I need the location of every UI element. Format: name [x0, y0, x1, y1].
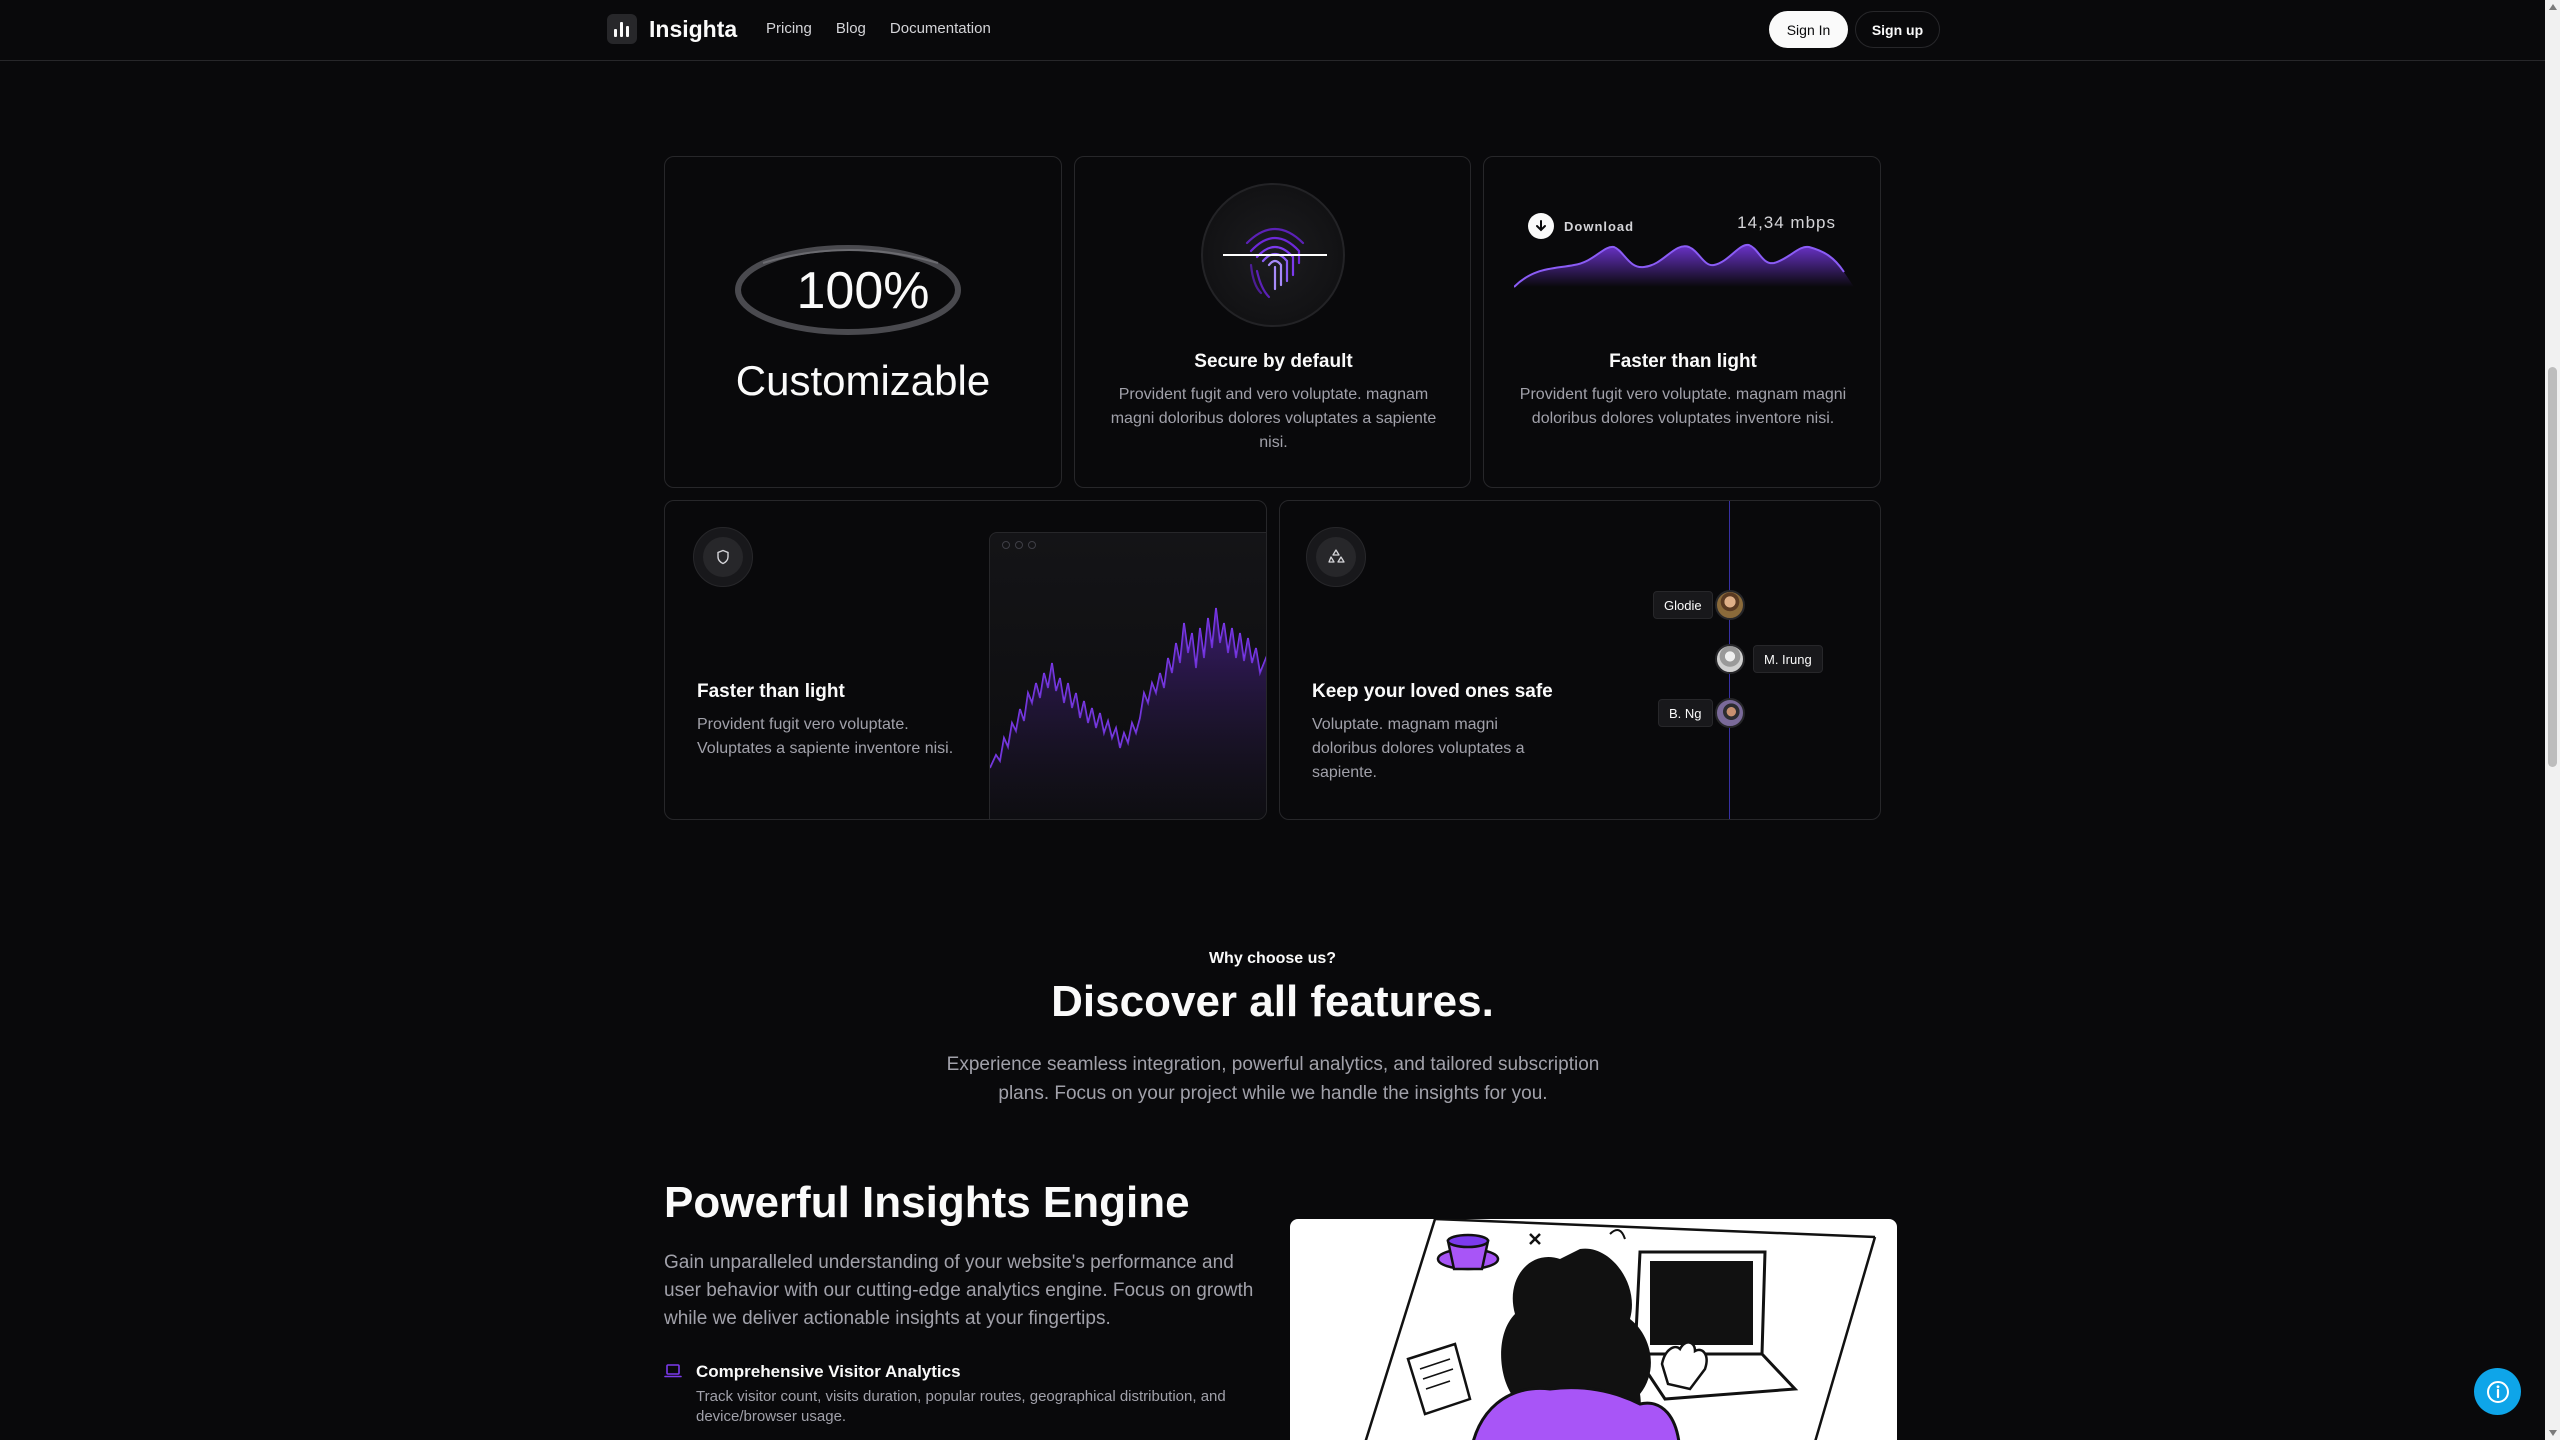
person-tag-b-ng: B. Ng: [1658, 699, 1713, 727]
percent-value: 100%: [796, 262, 930, 320]
shield-icon: [703, 537, 743, 577]
section-intro: Experience seamless integration, powerfu…: [946, 1054, 1600, 1104]
help-info-button[interactable]: [2474, 1368, 2521, 1415]
shield-icon-badge: [693, 527, 753, 587]
card-chart: Faster than light Provident fugit vero v…: [664, 500, 1267, 820]
download-indicator: Download: [1528, 213, 1634, 239]
logo-bars-icon: [607, 14, 637, 44]
safe-title: Keep your loved ones safe: [1312, 681, 1553, 702]
brand-logo-link[interactable]: Insighta: [607, 14, 737, 44]
sign-up-button[interactable]: Sign up: [1855, 11, 1940, 48]
top-navbar: Insighta Pricing Blog Documentation Sign…: [0, 0, 2545, 61]
engine-desc: Gain unparalleled understanding of your …: [664, 1252, 1254, 1329]
person-tag-m-irung: M. Irung: [1753, 645, 1823, 673]
brand-name: Insighta: [649, 15, 738, 42]
feature-item-title: Comprehensive Visitor Analytics: [696, 1362, 961, 1381]
scroll-down-arrow-icon[interactable]: [2549, 1430, 2557, 1436]
avatar-m-irung: [1715, 644, 1745, 674]
activity-line-graphic: [990, 607, 1266, 819]
mini-chart-window: [989, 532, 1266, 819]
chart-card-desc: Provident fugit vero voluptate. Voluptat…: [697, 716, 954, 757]
chart-card-title: Faster than light: [697, 681, 845, 702]
nav-link-blog[interactable]: Blog: [836, 20, 866, 37]
nav-link-documentation[interactable]: Documentation: [890, 20, 991, 37]
speed-wave-graphic: [1514, 243, 1854, 288]
engine-title: Powerful Insights Engine: [664, 1178, 1190, 1227]
download-arrow-icon: [1528, 213, 1554, 239]
download-label: Download: [1564, 218, 1635, 234]
nav-link-pricing[interactable]: Pricing: [766, 20, 812, 37]
person-tag-glodie: Glodie: [1653, 591, 1713, 619]
laptop-icon: [664, 1364, 682, 1378]
avatar-b-ng: [1715, 698, 1745, 728]
secure-title: Secure by default: [1194, 351, 1353, 372]
safe-desc: Voluptate. magnam magni doloribus dolore…: [1312, 716, 1525, 781]
recycle-icon-badge: [1306, 527, 1366, 587]
scroll-up-arrow-icon[interactable]: [2549, 4, 2557, 10]
secure-desc: Provident fugit and vero voluptate. magn…: [1110, 386, 1437, 451]
analytics-illustration: [1290, 1219, 1897, 1440]
section-eyebrow: Why choose us?: [1208, 950, 1337, 967]
customizable-label: Customizable: [735, 357, 991, 404]
scrollbar-thumb[interactable]: [2548, 367, 2557, 767]
fingerprint-icon: [1201, 183, 1345, 327]
page: Insighta Pricing Blog Documentation Sign…: [0, 0, 2560, 1440]
card-customizable: 100% Customizable: [664, 156, 1062, 488]
card-safe: Keep your loved ones safe Voluptate. mag…: [1279, 500, 1881, 820]
recycle-icon: [1316, 537, 1356, 577]
main-nav: Pricing Blog Documentation: [766, 20, 991, 37]
download-speed: 14,34 mbps: [1737, 213, 1836, 232]
page-scrollbar[interactable]: [2545, 0, 2560, 1440]
card-secure: Secure by default Provident fugit and ve…: [1074, 156, 1471, 488]
sign-in-button[interactable]: Sign In: [1769, 11, 1848, 48]
speed-title: Faster than light: [1609, 351, 1757, 372]
avatar-glodie: [1715, 590, 1745, 620]
feature-item-desc: Track visitor count, visits duration, po…: [696, 1388, 1226, 1425]
speed-desc: Provident fugit vero voluptate. magnam m…: [1519, 386, 1847, 427]
card-speed: Download 14,34 mbps Faster than light Pr…: [1483, 156, 1881, 488]
info-icon: [2486, 1380, 2509, 1403]
section-heading: Discover all features.: [1051, 977, 1494, 1026]
